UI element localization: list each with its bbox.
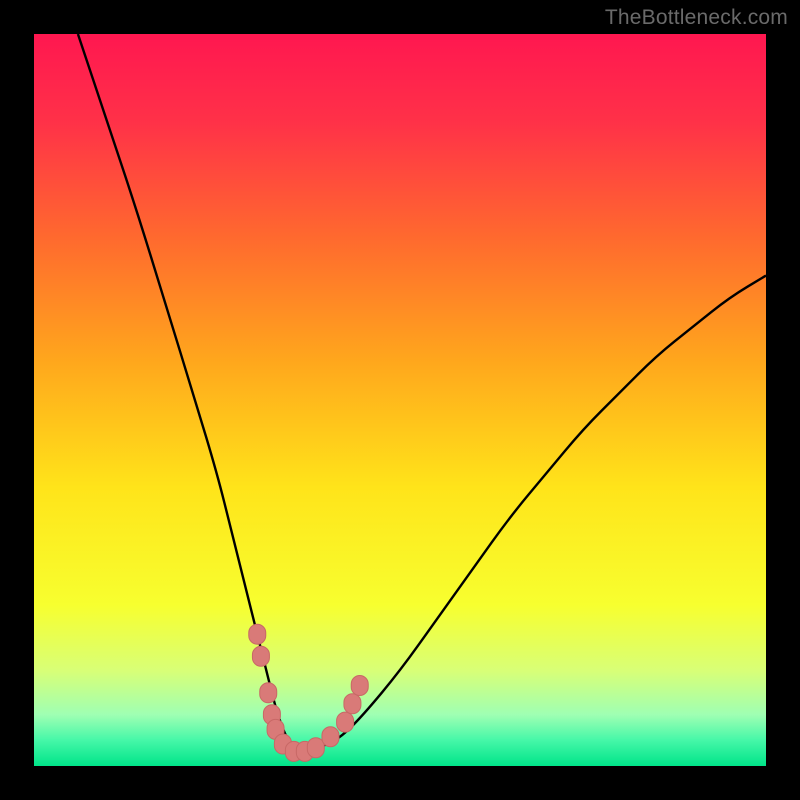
data-marker: [252, 646, 269, 666]
plot-area: [34, 34, 766, 766]
data-marker: [322, 727, 339, 747]
watermark-text: TheBottleneck.com: [605, 6, 788, 30]
chart-frame: TheBottleneck.com: [0, 0, 800, 800]
data-marker: [344, 694, 361, 714]
data-marker: [351, 675, 368, 695]
data-marker: [260, 683, 277, 703]
data-marker: [249, 624, 266, 644]
data-marker: [337, 712, 354, 732]
plot-svg: [34, 34, 766, 766]
data-marker: [307, 738, 324, 758]
gradient-background: [34, 34, 766, 766]
